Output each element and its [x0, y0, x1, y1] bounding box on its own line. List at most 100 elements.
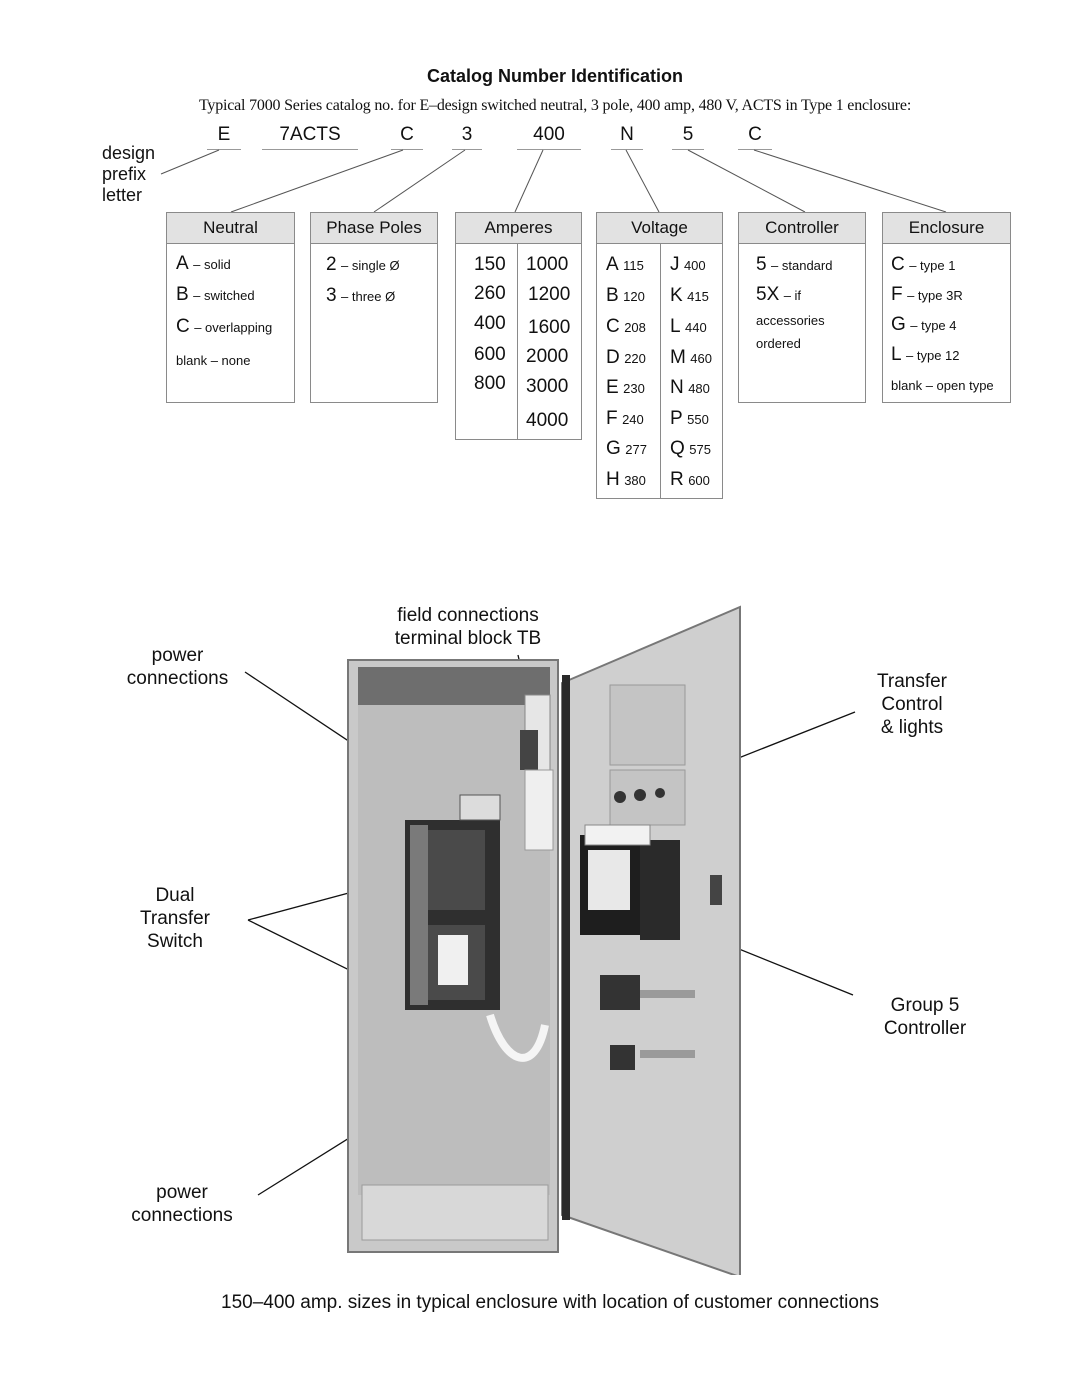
- voltage-value: 480: [688, 381, 710, 396]
- option-desc: – standard: [771, 258, 833, 273]
- voltage-code: P: [670, 408, 683, 429]
- relay: [610, 1045, 635, 1070]
- amperes-header: Amperes: [456, 213, 581, 244]
- option-code: 2: [326, 254, 337, 275]
- amperes-table: Amperes 150 260 400 600 800 1000 1200 16…: [455, 212, 582, 440]
- voltage-value: 380: [624, 473, 646, 488]
- callout-line: power: [151, 645, 204, 666]
- enclosure-option: G – type 4: [891, 314, 957, 336]
- option-desc: – if: [783, 288, 802, 303]
- option-desc: – type 1: [909, 258, 956, 273]
- option-desc: – solid: [193, 257, 231, 272]
- callout-line: Dual: [155, 885, 195, 906]
- callout-line: Transfer: [139, 908, 211, 929]
- voltage-value: 208: [624, 320, 646, 335]
- voltage-code: K: [670, 285, 683, 306]
- option-code: B: [176, 284, 189, 305]
- upper-switch: [425, 830, 485, 910]
- amp-value: 1200: [528, 284, 571, 305]
- enclosure-option: blank – open type: [891, 378, 994, 393]
- voltage-option: A 115: [606, 254, 644, 276]
- controller-label: [588, 850, 630, 910]
- neutral-option: C – overlapping: [176, 316, 272, 338]
- phase-poles-header: Phase Poles: [311, 213, 437, 244]
- neutral-table: Neutral A – solid B – switched C – overl…: [166, 212, 295, 403]
- poles-option: 3 – three Ø: [326, 285, 395, 307]
- enclosure-table: Enclosure C – type 1 F – type 3R G – typ…: [882, 212, 1011, 403]
- indicator-light: [614, 791, 626, 803]
- voltage-header: Voltage: [597, 213, 722, 244]
- callout-line: Transfer: [876, 671, 948, 692]
- door-hinge-edge: [562, 675, 570, 1220]
- option-desc: – switched: [193, 288, 255, 303]
- amp-value: 3000: [526, 376, 569, 397]
- option-code: G: [891, 314, 906, 335]
- enclosure-photo: [347, 605, 741, 1275]
- voltage-option: P 550: [670, 408, 709, 430]
- indicator-light: [634, 789, 646, 801]
- callout-transfer-control: Transfer Control & lights: [856, 670, 968, 739]
- column-divider: [660, 244, 661, 498]
- controller-side: [640, 840, 680, 940]
- callout-line: field connections: [397, 605, 539, 626]
- voltage-value: 400: [683, 258, 706, 273]
- voltage-option: K 415: [670, 285, 709, 307]
- voltage-value: 115: [623, 258, 644, 273]
- poles-connector: [373, 149, 466, 213]
- option-desc: – type 4: [910, 318, 957, 333]
- voltage-value: 220: [624, 351, 646, 366]
- voltage-value: 460: [690, 351, 712, 366]
- wire-bundle: [524, 769, 554, 851]
- figure-caption: 150–400 amp. sizes in typical enclosure …: [221, 1292, 879, 1313]
- terminal-block-connector: [520, 730, 538, 770]
- voltage-code: M: [670, 347, 686, 368]
- callout-line: Group 5: [890, 995, 960, 1016]
- voltage-value: 120: [623, 289, 645, 304]
- voltage-code: A: [606, 254, 619, 275]
- cabinet-top-shadow: [358, 667, 550, 707]
- callout-line: terminal block TB: [394, 628, 542, 649]
- voltage-option: F 240: [606, 408, 644, 430]
- voltage-value: 230: [623, 381, 645, 396]
- neutral-header: Neutral: [167, 213, 294, 244]
- voltage-code: E: [606, 377, 619, 398]
- controller-note-line: accessories: [756, 313, 825, 328]
- voltage-option: E 230: [606, 377, 645, 399]
- callout-line: Switch: [147, 931, 203, 952]
- callout-dual-transfer-switch: Dual Transfer Switch: [120, 884, 230, 953]
- controller-buttons: [584, 824, 651, 846]
- amp-value: 600: [474, 344, 506, 365]
- voltage-value: 440: [685, 320, 707, 335]
- callout-line: power: [156, 1182, 208, 1203]
- amp-value: 150: [474, 254, 506, 275]
- voltage-value: 550: [687, 412, 709, 427]
- voltage-code: C: [606, 316, 620, 337]
- voltage-option: D 220: [606, 347, 646, 369]
- voltage-code: H: [606, 469, 620, 490]
- voltage-code: Q: [670, 438, 685, 459]
- voltage-option: Q 575: [670, 438, 711, 460]
- switch-label: [438, 935, 468, 985]
- option-code: F: [891, 284, 903, 305]
- option-desc: – three Ø: [341, 289, 396, 304]
- option-code: L: [891, 344, 902, 365]
- amperes-connector: [514, 149, 544, 213]
- enclosure-connector: [753, 149, 947, 213]
- indicator-light: [655, 788, 665, 798]
- voltage-code: N: [670, 377, 684, 398]
- callout-line: Control: [881, 694, 943, 715]
- relay-board: [600, 975, 640, 1010]
- voltage-value: 575: [689, 442, 711, 457]
- amp-value: 4000: [526, 410, 569, 431]
- callout-power-connections-top: power connections: [110, 644, 245, 690]
- option-code: 5: [756, 254, 767, 275]
- voltage-code: B: [606, 285, 619, 306]
- power-lugs: [459, 794, 501, 821]
- voltage-connector: [625, 149, 660, 213]
- enclosure-option: C – type 1: [891, 254, 955, 276]
- callout-line: Controller: [883, 1018, 967, 1039]
- amp-value: 800: [474, 373, 506, 394]
- voltage-value: 240: [622, 412, 644, 427]
- option-desc: – none: [210, 353, 251, 368]
- voltage-option: H 380: [606, 469, 646, 491]
